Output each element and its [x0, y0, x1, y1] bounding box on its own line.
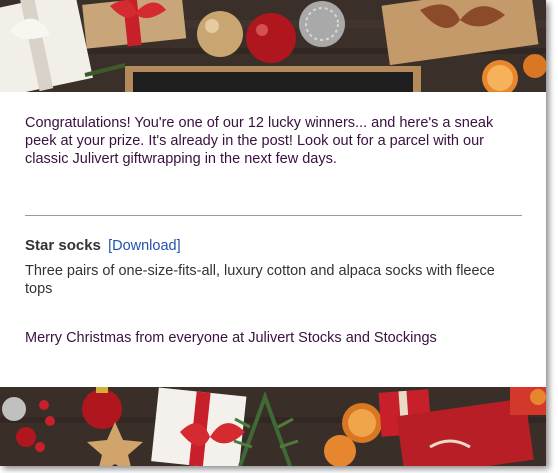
product-heading: Star socks [Download] [25, 237, 181, 254]
header-banner-image [0, 0, 546, 92]
footer-banner-image [0, 387, 546, 466]
intro-message: Congratulations! You're one of our 12 lu… [25, 115, 494, 167]
product-title: Star socks [25, 237, 101, 254]
email-body: Congratulations! You're one of our 12 lu… [25, 92, 523, 387]
signoff-message: Merry Christmas from everyone at Juliver… [25, 330, 437, 346]
download-link[interactable]: [Download] [108, 238, 181, 254]
section-divider [25, 215, 522, 216]
product-description: Three pairs of one-size-fits-all, luxury… [25, 263, 495, 297]
email-window: Congratulations! You're one of our 12 lu… [0, 0, 546, 466]
